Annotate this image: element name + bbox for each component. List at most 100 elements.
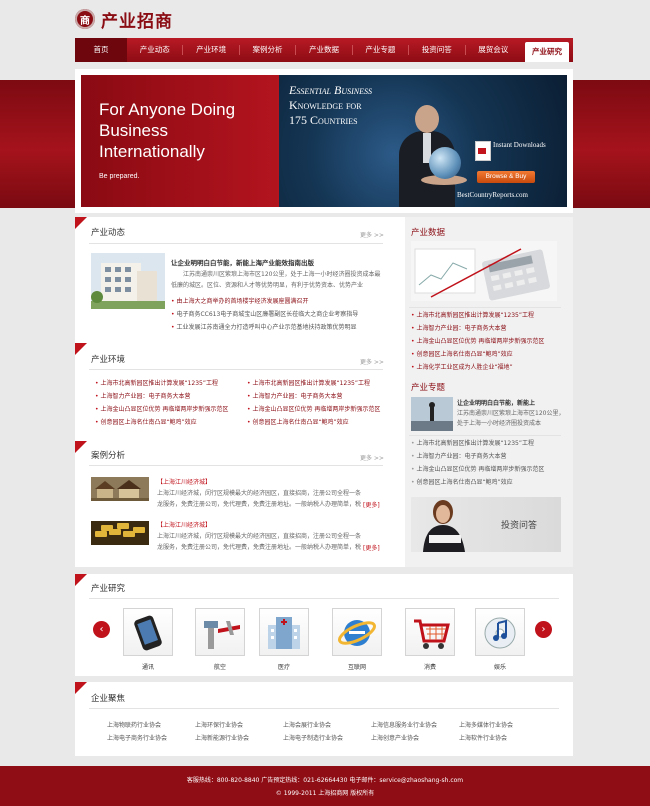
research-item-label: 通讯: [141, 664, 154, 671]
divider: [409, 307, 561, 308]
section-title-focus: 企业聚焦: [91, 694, 126, 704]
topic-thumbnail[interactable]: [411, 397, 453, 431]
enterprise-focus-section: 企业聚焦 上海物联药行业协会 上海环保行业协会 上海会展行业协会 上海信息服务业…: [75, 682, 573, 756]
airport-tower-icon: [204, 621, 240, 649]
research-item-label: 娱乐: [493, 664, 506, 671]
case-tag[interactable]: 【上海江川经济城】: [157, 520, 211, 529]
browse-buy-button[interactable]: Browse & Buy: [477, 171, 535, 183]
building-thumbnail[interactable]: [91, 253, 165, 309]
list-item[interactable]: 上海化学工业区成为人胜企业“福地”: [411, 361, 544, 374]
list-item[interactable]: 上海智力产业园：电子商务大本营: [411, 322, 544, 335]
association-link[interactable]: 上海电子制造行业协会: [283, 733, 371, 742]
research-section: 产业研究 ‹ › 通讯 航空 医疗 互联网 消费 娱乐: [75, 574, 573, 676]
environment-list-left: 上海市北高新园区推出计算发展“1235”工程 上海智力产业园：电子商务大本营 上…: [95, 377, 228, 429]
divider: [409, 435, 561, 436]
nav-industry-news[interactable]: 产业动态: [127, 38, 182, 62]
research-item-telecom[interactable]: 通讯: [123, 608, 173, 671]
list-item[interactable]: 上海市北高新园区推出计算发展“1235”工程: [411, 437, 544, 450]
environment-more-link[interactable]: 更多 >>: [360, 357, 384, 366]
logo-mark: 商: [75, 9, 95, 29]
association-link[interactable]: 上海新能源行业协会: [195, 733, 283, 742]
shopping-cart-icon: [414, 619, 450, 649]
nav-exhibitions[interactable]: 展贸会议: [466, 38, 521, 62]
case-more-link[interactable]: [更多]: [363, 543, 380, 552]
association-link[interactable]: 上海软件行业协会: [459, 733, 547, 742]
association-link[interactable]: 上海物联药行业协会: [107, 720, 195, 729]
association-link[interactable]: 上海电子商务行业协会: [107, 733, 195, 742]
section-corner-marker: [75, 441, 87, 453]
section-title-topics: 产业专题: [411, 383, 446, 393]
cases-more-link[interactable]: 更多 >>: [360, 453, 384, 462]
association-link[interactable]: 上海会展行业协会: [283, 720, 371, 729]
nav-industry-data[interactable]: 产业数据: [296, 38, 351, 62]
research-item-consumer[interactable]: 消费: [405, 608, 455, 671]
carousel-next-button[interactable]: ›: [535, 621, 552, 638]
list-item[interactable]: 上海金山凸显区位优势 再临增两岸步新强示范区: [95, 403, 228, 416]
list-item[interactable]: 创意园区上海名仕南凸显“鲍鸡”效应: [247, 416, 380, 429]
research-item-label: 互联网: [347, 664, 366, 671]
research-item-label: 消费: [423, 664, 436, 671]
association-link[interactable]: 上海创意产业协会: [371, 733, 459, 742]
dynamics-feature-title[interactable]: 让企业明明白白节能，新能上海产业能效指南出版: [171, 257, 314, 267]
divider: [89, 243, 383, 244]
list-item[interactable]: 上海智力产业园：电子商务大本营: [95, 390, 228, 403]
research-item-internet[interactable]: 互联网: [332, 608, 382, 671]
footer: 客服热线：800-820-8840 广告预定热线：021-62664430 电子…: [0, 766, 650, 806]
section-corner-marker: [75, 574, 87, 586]
case-more-link[interactable]: [更多]: [363, 500, 380, 509]
main-content: 产业动态 更多 >> 让企业明明白白节能，新能上海产业能效指南出版 江苏南通崇川…: [75, 217, 573, 567]
list-item[interactable]: 创意园区上海名仕南凸显“鲍鸡”效应: [411, 476, 544, 489]
research-item-medical[interactable]: 医疗: [259, 608, 309, 671]
list-item[interactable]: 上海智力产业园：电子商务大本营: [247, 390, 380, 403]
list-item[interactable]: 上海市北高新园区推出计算发展“1235”工程: [95, 377, 228, 390]
site-logo[interactable]: 商 产业招商: [75, 8, 173, 32]
case-tag[interactable]: 【上海江川经济城】: [157, 477, 211, 486]
nav-case-analysis[interactable]: 案例分析: [240, 38, 295, 62]
nav-industry-environment[interactable]: 产业环境: [183, 38, 238, 62]
data-calculator-thumbnail[interactable]: [411, 241, 557, 301]
list-item[interactable]: 由上海大之商举办的首场楼宇经济发展座圆满召开: [171, 295, 358, 308]
nav-investment-qa[interactable]: 投资问答: [409, 38, 464, 62]
divider: [89, 369, 383, 370]
carousel-prev-button[interactable]: ‹: [93, 621, 110, 638]
section-corner-marker: [75, 343, 87, 355]
divider: [89, 465, 383, 466]
research-item-label: 医疗: [277, 664, 290, 671]
association-link[interactable]: 上海多媒体行业协会: [459, 720, 547, 729]
section-title-environment: 产业环境: [91, 355, 126, 365]
nav-industry-research[interactable]: 产业研究: [524, 42, 569, 62]
list-item[interactable]: 创意园区上海名仕南凸显“鲍鸡”效应: [95, 416, 228, 429]
case-text: 上海江川经济城，闵行区规模最大的经济园区，直接招商，注册公司全程一条龙服务，免费…: [157, 533, 361, 551]
dynamics-feature-text: 江苏南通崇川区紫琅上海市区120公里，处于上海一小时经济圈投资成本最低廉的城区。…: [171, 271, 381, 289]
section-title-research: 产业研究: [91, 584, 126, 594]
list-item[interactable]: 创意园区上海名仕南凸显“鲍鸡”效应: [411, 348, 544, 361]
footer-contact: 客服热线：800-820-8840 广告预定热线：021-62664430 电子…: [186, 777, 464, 784]
association-link[interactable]: 上海信息服务业行业协会: [371, 720, 459, 729]
dynamics-more-link[interactable]: 更多 >>: [360, 230, 384, 239]
research-item-entertainment[interactable]: 娱乐: [475, 608, 525, 671]
topic-feature-title[interactable]: 让企业明明白白节能，新能上: [457, 398, 535, 407]
case-thumbnail-houses[interactable]: [91, 477, 149, 501]
banner-ad-image[interactable]: Essential Business Knowledge for 175 Cou…: [279, 75, 567, 207]
list-item[interactable]: 上海市北高新园区推出计算发展“1235”工程: [247, 377, 380, 390]
nav-home[interactable]: 首页: [75, 38, 127, 62]
list-item[interactable]: 电子商务CC613电子商城宝山区廉署副区长莅临大之商企业考察指导: [171, 308, 358, 321]
association-link[interactable]: 上海环保行业协会: [195, 720, 283, 729]
internet-explorer-icon: [338, 620, 376, 646]
globe-icon: [429, 147, 461, 179]
list-item[interactable]: 上海金山凸显区位优势 再临增两岸步新强示范区: [247, 403, 380, 416]
section-title-cases: 案例分析: [91, 451, 126, 461]
case-thumbnail-gold[interactable]: [91, 521, 149, 545]
investment-qa-label: 投资问答: [501, 521, 538, 531]
banner: For Anyone Doing Business Internationall…: [75, 69, 573, 213]
environment-list-right: 上海市北高新园区推出计算发展“1235”工程 上海智力产业园：电子商务大本营 上…: [247, 377, 380, 429]
investment-qa-banner[interactable]: 投资问答: [411, 497, 561, 552]
list-item[interactable]: 上海智力产业园：电子商务大本营: [411, 450, 544, 463]
list-item[interactable]: 上海金山凸显区位优势 再临增两岸步新强示范区: [411, 463, 544, 476]
list-item[interactable]: 上海市北高新园区推出计算发展“1235”工程: [411, 309, 544, 322]
list-item[interactable]: 上海金山凸显区位优势 再临增两岸步新强示范区: [411, 335, 544, 348]
main-nav: 首页 产业动态 产业环境 案例分析 产业数据 产业专题 投资问答 展贸会议 产业…: [75, 38, 573, 62]
list-item[interactable]: 工业发展江苏南通全力打造呼叫中心产业示范基地扶持政策优势明显: [171, 321, 358, 334]
nav-industry-topics[interactable]: 产业专题: [353, 38, 408, 62]
research-item-aviation[interactable]: 航空: [195, 608, 245, 671]
